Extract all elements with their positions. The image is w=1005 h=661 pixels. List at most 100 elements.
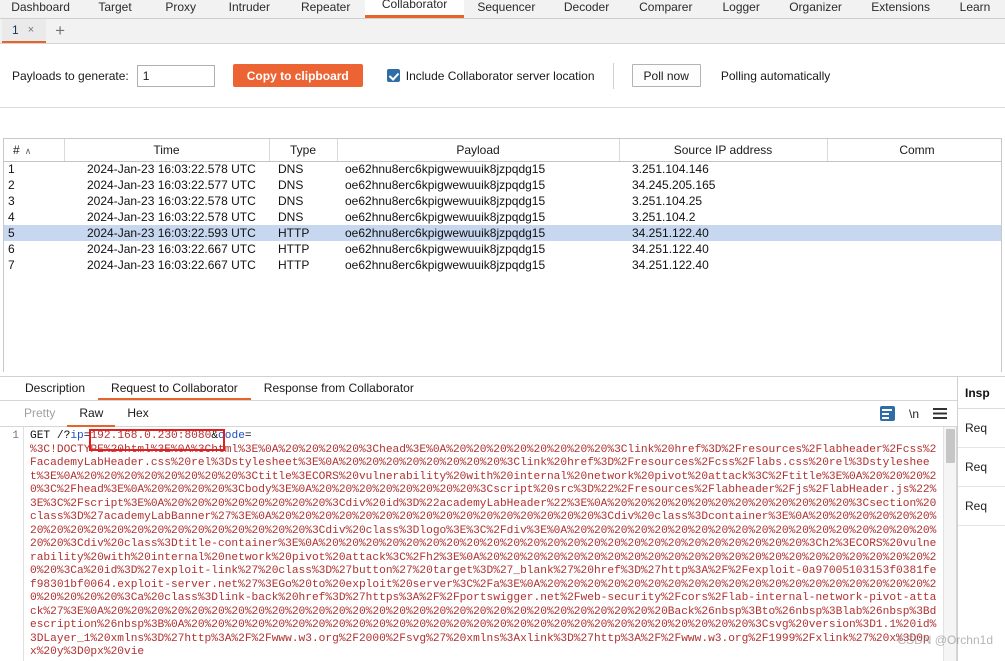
burp-suite-window: Dashboard Target Proxy Intruder Repeater Coll… <box>0 0 1005 661</box>
main-tab-repeater[interactable]: Repeater <box>286 0 365 18</box>
main-tab-dashboard[interactable]: Dashboard <box>0 0 81 18</box>
cell-ip: 3.251.104.2 <box>632 210 696 224</box>
main-tab-learn[interactable]: Learn <box>945 0 1005 18</box>
raw-request-editor[interactable]: 1 GET /?ip=192.168.0.230:8080&code= %3C!D… <box>0 427 957 661</box>
table-row[interactable]: 5 2024-Jan-23 16:03:22.593 UTC HTTP oe62hnu… <box>4 225 1001 241</box>
view-tab-pretty[interactable]: Pretty <box>12 401 67 427</box>
cell-payload: oe62hnu8erc6kpigwewuuik8jzpqdg15 <box>337 225 619 241</box>
request-body-encoded: %3C!DOCTYPE%20html%3E%0A%3Chtml%3E%0A%20… <box>30 443 937 659</box>
interactions-table: # ∧ Time Type Payload Source IP address Comm 1… <box>4 139 1001 273</box>
cell-comment <box>827 209 1001 225</box>
cell-time: 2024-Jan-23 16:03:22.667 UTC <box>87 258 256 272</box>
inspector-panel: Insp Req Req Req <box>957 377 1005 661</box>
cell-ip: 34.251.122.40 <box>619 225 827 241</box>
table-row[interactable]: 6 2024-Jan-23 16:03:22.667 UTC HTTP oe62hnu… <box>4 241 1001 257</box>
spacer <box>0 108 1005 138</box>
cell-type: HTTP <box>269 225 337 241</box>
main-tab-collaborator[interactable]: Collaborator <box>365 0 464 18</box>
include-server-location-checkbox-wrap[interactable]: Include Collaborator server location <box>386 68 595 83</box>
main-tab-extensions[interactable]: Extensions <box>856 0 945 18</box>
include-server-location-label: Include Collaborator server location <box>405 68 595 83</box>
payloads-to-generate-input[interactable] <box>136 64 215 87</box>
copy-to-clipboard-button[interactable]: Copy to clipboard <box>232 64 363 87</box>
plus-icon[interactable]: + <box>46 19 74 43</box>
cell-time: 2024-Jan-23 16:03:22.577 UTC <box>87 178 256 192</box>
column-header-label: Source IP address <box>673 142 773 157</box>
collaborator-sub-tab-bar: 1 × + <box>0 19 1005 44</box>
sub-tab-label: 1 <box>12 23 19 37</box>
main-tab-logger[interactable]: Logger <box>707 0 775 18</box>
editor-vertical-scrollbar[interactable] <box>943 427 956 661</box>
column-header-time[interactable]: Time <box>64 139 270 162</box>
cell-payload: oe62hnu8erc6kpigwewuuik8jzpqdg15 <box>345 178 546 192</box>
column-header-comment[interactable]: Comm <box>827 139 1001 162</box>
main-tab-organizer[interactable]: Organizer <box>775 0 856 18</box>
line-number-gutter: 1 <box>0 427 24 661</box>
column-header-ip[interactable]: Source IP address <box>619 139 828 162</box>
view-tab-hex[interactable]: Hex <box>115 401 160 427</box>
cell-ip: 34.251.122.40 <box>632 258 709 272</box>
cell-type: DNS <box>278 162 304 177</box>
cell-type: DNS <box>278 194 304 208</box>
main-tab-proxy[interactable]: Proxy <box>149 0 213 18</box>
cell-payload: oe62hnu8erc6kpigwewuuik8jzpqdg15 <box>345 162 546 177</box>
message-tab-response-from-collaborator[interactable]: Response from Collaborator <box>251 377 427 400</box>
cell-payload: oe62hnu8erc6kpigwewuuik8jzpqdg15 <box>345 210 546 224</box>
request-text[interactable]: GET /?ip=192.168.0.230:8080&code= %3C!DOC… <box>24 427 943 661</box>
message-tab-description[interactable]: Description <box>12 377 98 400</box>
cell-comment <box>827 177 1001 193</box>
view-mode-bar: Pretty Raw Hex \n <box>0 401 957 427</box>
word-wrap-icon[interactable] <box>879 406 895 421</box>
column-header-payload[interactable]: Payload <box>337 139 620 162</box>
cell-payload: oe62hnu8erc6kpigwewuuik8jzpqdg15 <box>345 194 546 208</box>
collaborator-controls-bar: Payloads to generate: Copy to clipboard … <box>0 44 1005 108</box>
hamburger-menu-icon[interactable] <box>933 408 947 419</box>
cell-time: 2024-Jan-23 16:03:22.578 UTC <box>87 210 256 224</box>
cell-num: 7 <box>8 258 15 272</box>
cell-time: 2024-Jan-23 16:03:22.578 UTC <box>87 194 256 208</box>
inspector-title: Insp <box>958 377 1005 409</box>
polling-status-text: Polling automatically <box>720 68 831 83</box>
column-header-label: Payload <box>456 142 500 157</box>
message-editor-column: Description Request to Collaborator Respon… <box>0 377 957 661</box>
cell-num: 4 <box>8 210 15 224</box>
cell-comment <box>827 193 1001 209</box>
column-header-type[interactable]: Type <box>269 139 338 162</box>
sub-tab-1[interactable]: 1 × <box>2 19 47 43</box>
editor-toolbar-right: \n <box>879 401 947 426</box>
table-row[interactable]: 7 2024-Jan-23 16:03:22.667 UTC HTTP oe62hnu… <box>4 257 1001 273</box>
table-row[interactable]: 4 2024-Jan-23 16:03:22.578 UTC DNS oe62hnu8… <box>4 209 1001 225</box>
close-icon[interactable]: × <box>28 24 34 36</box>
table-row[interactable]: 2 2024-Jan-23 16:03:22.577 UTC DNS oe62hnu8… <box>4 177 1001 193</box>
checkbox-checked-icon[interactable] <box>386 69 400 82</box>
sort-ascending-icon: ∧ <box>24 145 32 156</box>
column-header-label: Comm <box>899 142 935 157</box>
message-tab-request-to-collaborator[interactable]: Request to Collaborator <box>98 377 251 400</box>
newline-toggle-icon[interactable]: \n <box>909 407 919 421</box>
inspector-sections: Req Req Req <box>958 409 1005 526</box>
interactions-table-container[interactable]: # ∧ Time Type Payload Source IP address Comm 1… <box>3 138 1002 372</box>
main-tab-decoder[interactable]: Decoder <box>549 0 624 18</box>
message-detail-panel: Description Request to Collaborator Respon… <box>0 376 1005 661</box>
inspector-section-3[interactable]: Req <box>958 487 1005 526</box>
cell-comment <box>827 161 1001 177</box>
inspector-section-2[interactable]: Req <box>958 448 1005 487</box>
main-tab-comparer[interactable]: Comparer <box>624 0 707 18</box>
main-tab-target[interactable]: Target <box>81 0 149 18</box>
cell-ip: 34.251.122.40 <box>632 242 709 256</box>
scrollbar-thumb[interactable] <box>946 429 955 463</box>
main-tab-intruder[interactable]: Intruder <box>213 0 286 18</box>
column-header-num[interactable]: # ∧ <box>4 139 65 162</box>
view-tab-raw[interactable]: Raw <box>67 401 116 427</box>
param-ip-name: ip <box>70 430 84 442</box>
table-row[interactable]: 3 2024-Jan-23 16:03:22.578 UTC DNS oe62hnu8… <box>4 193 1001 209</box>
cell-comment <box>827 257 1001 273</box>
param-ip-value: 192.168.0.230:8080 <box>90 430 212 442</box>
poll-now-button[interactable]: Poll now <box>631 64 701 87</box>
table-body: 1 2024-Jan-23 16:03:22.578 UTC DNS oe62hnu8… <box>4 161 1001 273</box>
cell-time: 2024-Jan-23 16:03:22.578 UTC <box>87 162 256 177</box>
cell-ip: 34.245.205.165 <box>632 178 716 192</box>
main-tab-sequencer[interactable]: Sequencer <box>464 0 549 18</box>
inspector-section-1[interactable]: Req <box>958 409 1005 448</box>
table-row[interactable]: 1 2024-Jan-23 16:03:22.578 UTC DNS oe62hnu8… <box>4 161 1001 177</box>
